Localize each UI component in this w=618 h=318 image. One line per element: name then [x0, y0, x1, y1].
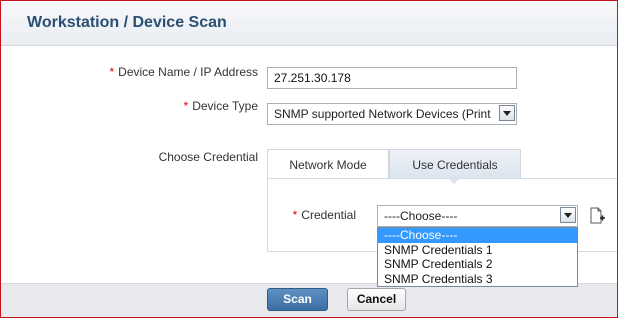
dialog-header: Workstation / Device Scan [1, 1, 617, 46]
device-type-value: SNMP supported Network Devices (Print [274, 107, 491, 121]
page-title: Workstation / Device Scan [27, 14, 227, 31]
device-type-label: * Device Type [184, 99, 258, 113]
credential-value: ----Choose---- [384, 209, 458, 223]
device-name-label: * Device Name / IP Address [109, 65, 258, 79]
add-document-icon[interactable] [589, 207, 605, 225]
required-marker: * [109, 65, 115, 79]
credential-label: * Credential [293, 208, 356, 222]
scan-button[interactable]: Scan [267, 288, 328, 311]
required-marker: * [183, 99, 189, 113]
credential-select[interactable]: ----Choose---- [377, 205, 578, 227]
device-type-label-text: Device Type [192, 99, 258, 113]
choose-credential-label: Choose Credential [158, 150, 258, 164]
device-name-input[interactable]: 27.251.30.178 [267, 67, 517, 89]
required-marker: * [292, 208, 298, 222]
tab-network-mode[interactable]: Network Mode [267, 149, 389, 179]
device-type-select[interactable]: SNMP supported Network Devices (Print [267, 103, 517, 125]
tab-use-credentials[interactable]: Use Credentials [389, 149, 521, 179]
credential-option[interactable]: SNMP Credentials 1 [378, 243, 577, 258]
device-scan-dialog: Workstation / Device Scan * Device Name /… [0, 0, 618, 318]
credential-option[interactable]: SNMP Credentials 3 [378, 272, 577, 287]
chevron-down-icon[interactable] [560, 207, 576, 223]
credential-label-text: Credential [301, 208, 356, 222]
device-name-label-text: Device Name / IP Address [118, 65, 258, 79]
chevron-down-icon[interactable] [499, 105, 515, 121]
cancel-button[interactable]: Cancel [347, 288, 406, 311]
credential-option[interactable]: ----Choose---- [378, 228, 577, 243]
credential-option[interactable]: SNMP Credentials 2 [378, 257, 577, 272]
active-tab-pointer [448, 178, 460, 184]
credential-options-list: ----Choose---- SNMP Credentials 1 SNMP C… [377, 227, 578, 287]
